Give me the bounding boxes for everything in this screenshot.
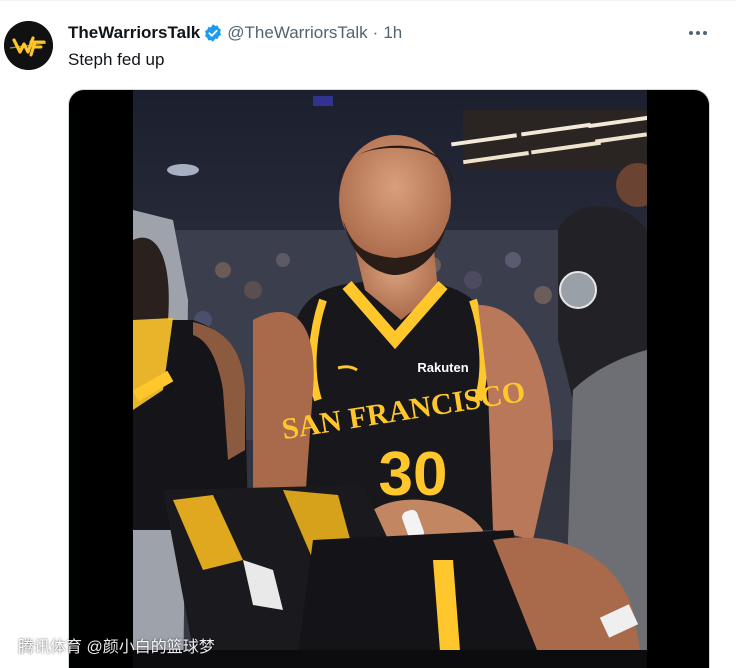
more-horizontal-icon <box>689 31 707 35</box>
video-frame: SAN FRANCISCO 30 Rakuten <box>133 90 647 668</box>
header-separator: · <box>372 23 379 42</box>
avatar[interactable] <box>4 21 53 70</box>
verified-badge-icon <box>203 23 223 43</box>
watermark: 腾讯体育 @颜小白的篮球梦 <box>18 639 215 656</box>
tweet-media-video[interactable]: SAN FRANCISCO 30 Rakuten <box>68 89 710 668</box>
warriors-logo-icon <box>4 21 53 70</box>
tweet-text: Steph fed up <box>68 50 165 69</box>
tweet-timestamp[interactable]: 1h <box>383 23 402 43</box>
author-handle[interactable]: @TheWarriorsTalk <box>227 23 367 43</box>
author-display-name[interactable]: TheWarriorsTalk <box>68 23 200 43</box>
jersey-sponsor-text: Rakuten <box>417 360 468 375</box>
tweet-header: TheWarriorsTalk @TheWarriorsTalk · 1h <box>68 22 402 44</box>
video-still-image: SAN FRANCISCO 30 Rakuten <box>133 90 647 668</box>
timeline-divider <box>0 0 736 1</box>
more-options-button[interactable] <box>682 20 714 46</box>
jersey-number-text: 30 <box>379 440 448 509</box>
